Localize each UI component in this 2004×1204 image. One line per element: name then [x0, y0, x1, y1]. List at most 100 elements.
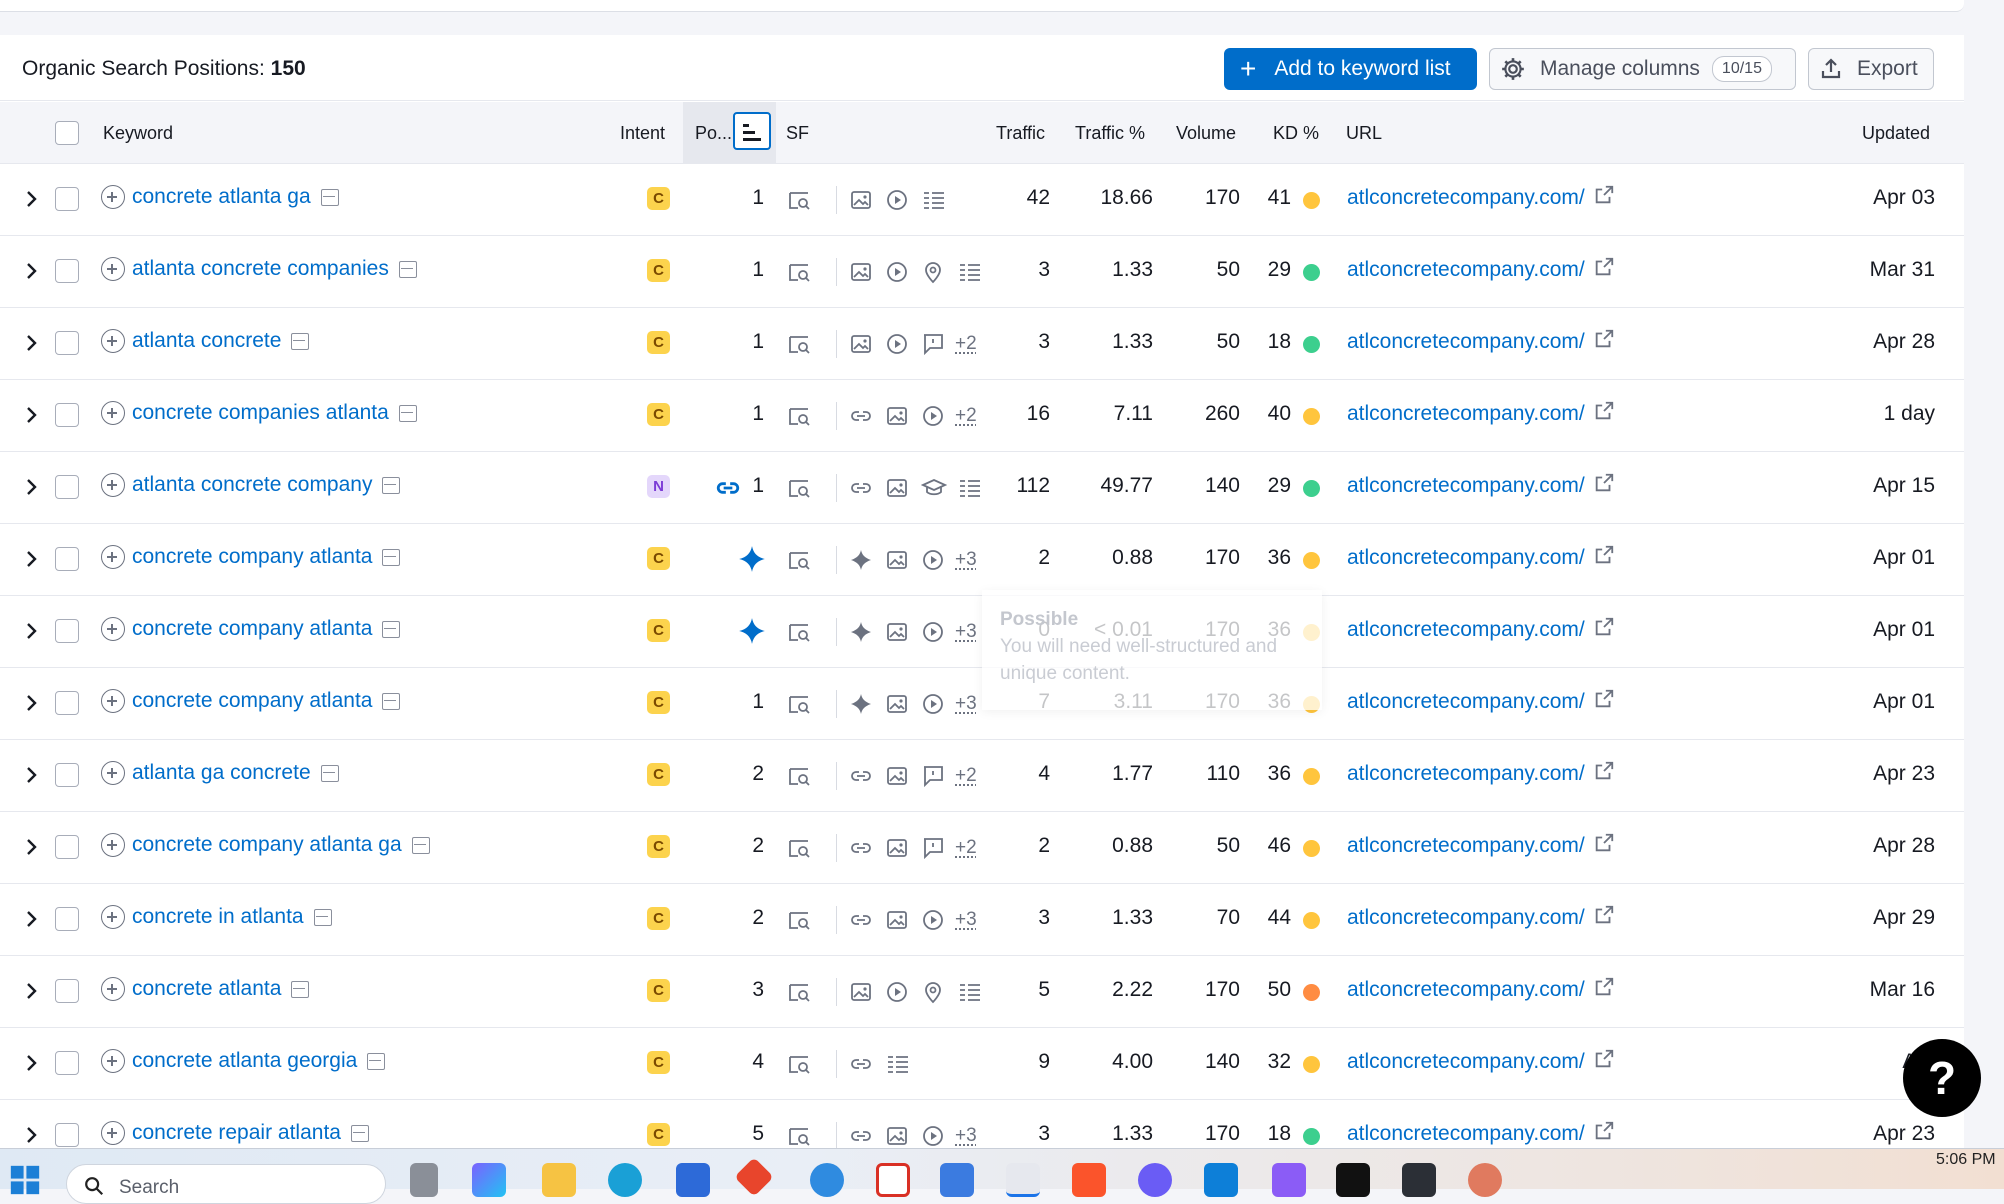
row-checkbox[interactable]: [55, 331, 79, 355]
expand-chevron-icon[interactable]: [22, 474, 42, 500]
serp-snapshot-icon[interactable]: [786, 548, 810, 572]
col-sf[interactable]: SF: [786, 123, 809, 144]
add-keyword-icon[interactable]: [101, 761, 125, 785]
add-keyword-icon[interactable]: [101, 833, 125, 857]
gmail-icon[interactable]: [876, 1163, 910, 1197]
row-checkbox[interactable]: [55, 619, 79, 643]
keyword-link[interactable]: concrete company atlanta: [132, 689, 372, 713]
add-keyword-icon[interactable]: [101, 617, 125, 641]
serp-snapshot-icon[interactable]: [786, 332, 810, 356]
external-link-icon[interactable]: [1593, 328, 1615, 356]
url-link[interactable]: atlconcretecompany.com/: [1347, 616, 1615, 644]
external-link-icon[interactable]: [1593, 184, 1615, 212]
expand-chevron-icon[interactable]: [22, 186, 42, 212]
app-icon[interactable]: [940, 1163, 974, 1197]
add-keyword-icon[interactable]: [101, 401, 125, 425]
select-all-checkbox[interactable]: [55, 121, 79, 145]
keyword-link[interactable]: concrete atlanta: [132, 977, 281, 1001]
row-checkbox[interactable]: [55, 835, 79, 859]
external-link-icon[interactable]: [1593, 256, 1615, 284]
external-link-icon[interactable]: [1593, 544, 1615, 572]
serp-preview-icon[interactable]: [399, 405, 417, 422]
serp-preview-icon[interactable]: [321, 189, 339, 206]
manage-columns-button[interactable]: Manage columns 10/15: [1489, 48, 1796, 90]
serp-snapshot-icon[interactable]: [786, 692, 810, 716]
serp-snapshot-icon[interactable]: [786, 404, 810, 428]
external-link-icon[interactable]: [1593, 832, 1615, 860]
row-checkbox[interactable]: [55, 1123, 79, 1147]
expand-chevron-icon[interactable]: [22, 762, 42, 788]
vscode-icon[interactable]: [1204, 1163, 1238, 1197]
taskbar-clock[interactable]: 5:06 PM: [1936, 1151, 1996, 1169]
external-link-icon[interactable]: [1593, 688, 1615, 716]
url-link[interactable]: atlconcretecompany.com/: [1347, 832, 1615, 860]
table-row[interactable]: atlanta concrete company N 1 112 49.77 140 29 a…: [0, 452, 1964, 524]
claude-icon[interactable]: [1468, 1163, 1502, 1197]
add-keyword-icon[interactable]: [101, 689, 125, 713]
url-link[interactable]: atlconcretecompany.com/: [1347, 904, 1615, 932]
external-link-icon[interactable]: [1593, 904, 1615, 932]
serp-snapshot-icon[interactable]: [786, 188, 810, 212]
col-traffic-pct[interactable]: Traffic %: [1075, 123, 1145, 144]
external-link-icon[interactable]: [1593, 1048, 1615, 1076]
expand-chevron-icon[interactable]: [22, 906, 42, 932]
serp-preview-icon[interactable]: [382, 621, 400, 638]
row-checkbox[interactable]: [55, 1051, 79, 1075]
serp-snapshot-icon[interactable]: [786, 764, 810, 788]
expand-chevron-icon[interactable]: [22, 402, 42, 428]
terminal-icon[interactable]: [1402, 1163, 1436, 1197]
external-link-icon[interactable]: [1593, 616, 1615, 644]
serp-preview-icon[interactable]: [291, 333, 309, 350]
table-row[interactable]: concrete atlanta C 3 5 2.22 170 50 atlconcretec…: [0, 956, 1964, 1028]
external-link-icon[interactable]: [1593, 1120, 1615, 1148]
external-link-icon[interactable]: [1593, 760, 1615, 788]
serp-snapshot-icon[interactable]: [786, 836, 810, 860]
keyword-link[interactable]: atlanta concrete companies: [132, 257, 389, 281]
url-link[interactable]: atlconcretecompany.com/: [1347, 760, 1615, 788]
serp-snapshot-icon[interactable]: [786, 980, 810, 1004]
row-checkbox[interactable]: [55, 259, 79, 283]
expand-chevron-icon[interactable]: [22, 330, 42, 356]
copilot-icon[interactable]: [472, 1163, 506, 1197]
table-row[interactable]: concrete atlanta ga C 1 42 18.66 170 41 atlconc…: [0, 164, 1964, 236]
url-link[interactable]: atlconcretecompany.com/: [1347, 328, 1615, 356]
table-row[interactable]: atlanta ga concrete C 2 +2 4 1.77 110 36 atlconc…: [0, 740, 1964, 812]
keyword-link[interactable]: concrete repair atlanta: [132, 1121, 341, 1145]
file-explorer-icon[interactable]: [542, 1163, 576, 1197]
table-row[interactable]: concrete company atlanta C +3 2 0.88 170 36 atl…: [0, 524, 1964, 596]
expand-chevron-icon[interactable]: [22, 690, 42, 716]
serp-snapshot-icon[interactable]: [786, 260, 810, 284]
add-to-keyword-list-button[interactable]: + Add to keyword list: [1224, 48, 1477, 90]
expand-chevron-icon[interactable]: [22, 978, 42, 1004]
windows-start-icon[interactable]: [8, 1163, 42, 1197]
serp-preview-icon[interactable]: [412, 837, 430, 854]
app-icon[interactable]: [810, 1163, 844, 1197]
row-checkbox[interactable]: [55, 475, 79, 499]
table-row[interactable]: concrete companies atlanta C 1 +2 16 7.11 260 4…: [0, 380, 1964, 452]
help-button[interactable]: ?: [1903, 1039, 1981, 1117]
serp-snapshot-icon[interactable]: [786, 908, 810, 932]
serp-preview-icon[interactable]: [314, 909, 332, 926]
app-icon[interactable]: [734, 1157, 774, 1197]
table-row[interactable]: concrete in atlanta C 2 +3 3 1.33 70 44 atlconcr…: [0, 884, 1964, 956]
table-row[interactable]: concrete atlanta georgia C 4 9 4.00 140 32 atlc…: [0, 1028, 1964, 1100]
keyword-link[interactable]: concrete atlanta georgia: [132, 1049, 357, 1073]
serp-preview-icon[interactable]: [382, 693, 400, 710]
serp-preview-icon[interactable]: [399, 261, 417, 278]
serp-preview-icon[interactable]: [351, 1125, 369, 1142]
serp-preview-icon[interactable]: [382, 477, 400, 494]
expand-chevron-icon[interactable]: [22, 834, 42, 860]
col-intent[interactable]: Intent: [620, 123, 665, 144]
col-position[interactable]: Po...: [695, 123, 732, 144]
expand-chevron-icon[interactable]: [22, 618, 42, 644]
table-row[interactable]: concrete repair atlanta C 5 +3 3 1.33 170 18 atl…: [0, 1100, 1964, 1148]
url-link[interactable]: atlconcretecompany.com/: [1347, 1120, 1615, 1148]
expand-chevron-icon[interactable]: [22, 1122, 42, 1148]
col-url[interactable]: URL: [1346, 123, 1382, 144]
serp-preview-icon[interactable]: [382, 549, 400, 566]
taskbar-search[interactable]: Search: [66, 1164, 386, 1204]
col-keyword[interactable]: Keyword: [103, 123, 173, 144]
url-link[interactable]: atlconcretecompany.com/: [1347, 976, 1615, 1004]
serp-snapshot-icon[interactable]: [786, 476, 810, 500]
url-link[interactable]: atlconcretecompany.com/: [1347, 184, 1615, 212]
